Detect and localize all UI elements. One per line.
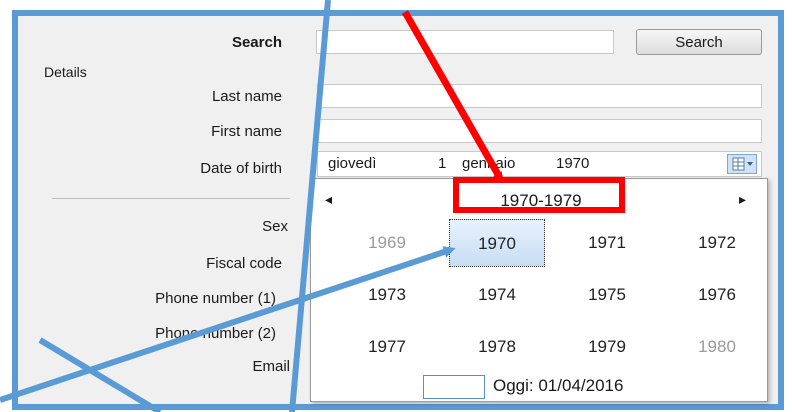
annotation-blue-arrow: [0, 246, 456, 403]
annotation-overlay: [0, 0, 625, 412]
annotation-red-arrow: [401, 10, 504, 183]
annotation-blue-line-left: [289, 0, 331, 412]
annotation-red-box: [453, 177, 625, 213]
